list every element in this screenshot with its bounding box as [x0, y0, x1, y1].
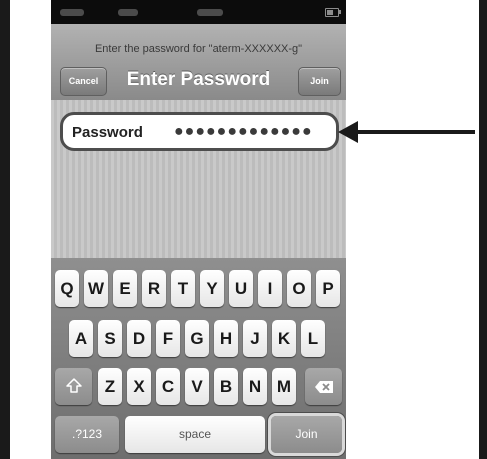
- key-s[interactable]: S: [98, 320, 122, 357]
- key-a[interactable]: A: [69, 320, 93, 357]
- carrier-indicator: [118, 9, 138, 16]
- key-c[interactable]: C: [156, 368, 180, 405]
- key-y[interactable]: Y: [200, 270, 224, 307]
- key-i[interactable]: I: [258, 270, 282, 307]
- keyboard: Q W E R T Y U I O P A S D F G H J K L Z …: [51, 258, 346, 459]
- key-g[interactable]: G: [185, 320, 209, 357]
- callout-arrow-head: [338, 121, 358, 143]
- key-f[interactable]: F: [156, 320, 180, 357]
- callout-arrow-line: [356, 130, 475, 134]
- key-e[interactable]: E: [113, 270, 137, 307]
- password-value[interactable]: ●●●●●●●●●●●●●: [174, 123, 313, 141]
- key-v[interactable]: V: [185, 368, 209, 405]
- key-k[interactable]: K: [272, 320, 296, 357]
- space-key[interactable]: space: [125, 416, 265, 453]
- cancel-button[interactable]: Cancel: [60, 67, 107, 96]
- key-d[interactable]: D: [127, 320, 151, 357]
- key-b[interactable]: B: [214, 368, 238, 405]
- backspace-icon: [314, 381, 333, 393]
- key-r[interactable]: R: [142, 270, 166, 307]
- form-area: Password ●●●●●●●●●●●●●: [51, 100, 346, 258]
- key-z[interactable]: Z: [98, 368, 122, 405]
- page-title: Enter Password: [126, 69, 271, 90]
- password-prompt: Enter the password for "aterm-XXXXXX-g": [94, 43, 303, 55]
- key-o[interactable]: O: [287, 270, 311, 307]
- clock-indicator: [197, 9, 223, 16]
- key-h[interactable]: H: [214, 320, 238, 357]
- battery-tip: [339, 10, 341, 14]
- password-field[interactable]: Password ●●●●●●●●●●●●●: [60, 112, 339, 151]
- join-button[interactable]: Join: [298, 67, 341, 96]
- signal-indicator: [60, 9, 84, 16]
- numbers-key[interactable]: .?123: [55, 416, 119, 453]
- key-t[interactable]: T: [171, 270, 195, 307]
- status-bar: [51, 0, 346, 24]
- delete-key[interactable]: [305, 368, 342, 405]
- right-border: [479, 0, 487, 459]
- key-u[interactable]: U: [229, 270, 253, 307]
- key-x[interactable]: X: [127, 368, 151, 405]
- shift-key[interactable]: [55, 368, 92, 405]
- join-key[interactable]: Join: [271, 416, 342, 453]
- key-m[interactable]: M: [272, 368, 296, 405]
- shift-arrow-icon: [65, 378, 82, 393]
- battery-icon: [325, 8, 339, 17]
- key-w[interactable]: W: [84, 270, 108, 307]
- key-n[interactable]: N: [243, 368, 267, 405]
- phone-screen: Enter the password for "aterm-XXXXXX-g" …: [51, 0, 346, 459]
- key-p[interactable]: P: [316, 270, 340, 307]
- key-l[interactable]: L: [301, 320, 325, 357]
- left-border: [0, 0, 10, 459]
- key-q[interactable]: Q: [55, 270, 79, 307]
- key-j[interactable]: J: [243, 320, 267, 357]
- password-label: Password: [72, 124, 143, 141]
- navigation-bar: Enter the password for "aterm-XXXXXX-g" …: [51, 24, 346, 101]
